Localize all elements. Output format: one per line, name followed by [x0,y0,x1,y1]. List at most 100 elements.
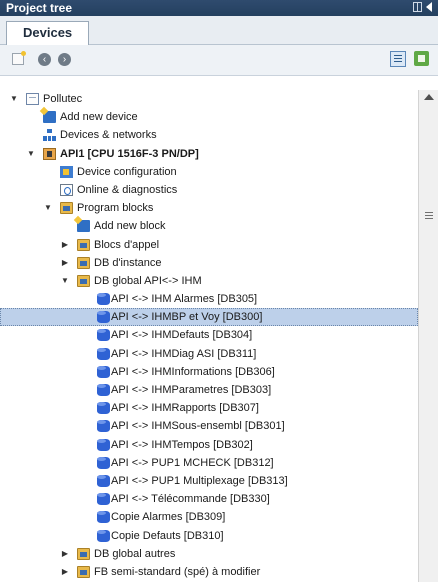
panel-title: Project tree [6,1,73,15]
tree-item[interactable]: ▶ DB global autres [0,545,418,563]
tree-item-label: API <-> PUP1 Multiplexage [DB313] [111,474,288,487]
project-icon [26,93,39,105]
project-tree: ▼ Pollutec Add new device Devices & network… [0,90,418,582]
db-icon [97,384,110,396]
folder-icon [77,238,90,251]
tree-item[interactable]: ▼ API1 [CPU 1516F-3 PN/DP] [0,145,418,163]
detail-view-icon[interactable] [390,51,406,67]
scroll-grip-icon[interactable] [425,212,433,213]
devconf-icon [60,165,73,178]
tree-item-label: Online & diagnostics [77,183,178,196]
tree-item-label: Copie Alarmes [DB309] [111,511,226,524]
tree-item[interactable]: ▶ FB semi-standard (spé) à modifier [0,563,418,581]
back-icon[interactable]: ‹ [38,53,51,66]
db-icon [97,420,110,433]
tree-item[interactable]: ▶ DB d'instance [0,254,418,272]
tree-item-db[interactable]: API <-> IHMParametres [DB303] [0,381,418,399]
expand-right-icon[interactable]: ▶ [60,254,70,272]
db-icon [97,511,110,524]
vertical-scrollbar[interactable] [418,90,438,582]
folder-icon [77,274,90,287]
panel-title-bar: Project tree [0,0,438,16]
tree-item[interactable]: ▼ Program blocks [0,199,418,217]
tree-toolbar: ‹ › [0,45,438,76]
tab-devices[interactable]: Devices [6,21,90,45]
tree-item[interactable]: Devices & networks [0,126,418,144]
expand-down-icon[interactable]: ▼ [60,272,70,290]
add-icon [77,220,90,233]
tree-item-db[interactable]: API <-> IHM Alarmes [DB305] [0,290,418,308]
expand-down-icon[interactable]: ▼ [9,90,19,108]
tree-item[interactable]: Add new block [0,217,418,235]
tree-item-db[interactable]: API <-> PUP1 MCHECK [DB312] [0,454,418,472]
forward-icon[interactable]: › [58,53,71,66]
tree-item[interactable]: ▼ Pollutec [0,90,418,108]
db-icon [97,293,110,306]
minimize-panel-icon[interactable] [413,2,422,12]
tree-item-label: Add new block [94,220,166,233]
db-icon [97,474,110,487]
folder-icon [77,547,90,560]
tree-item[interactable]: ▶ Blocs d'appel [0,236,418,254]
tree-item-db[interactable]: API <-> IHMSous-ensembl [DB301] [0,417,418,435]
scroll-up-icon[interactable] [424,94,434,100]
tree-item-label: DB d'instance [94,256,162,269]
tree-item-label: API <-> IHMInformations [DB306] [111,365,275,378]
tree-item-label: FB semi-standard (spé) à modifier [94,565,261,578]
tree-item-label: Pollutec [43,93,83,105]
expand-right-icon[interactable]: ▶ [60,545,70,563]
tree-item-label: DB global API<-> IHM [94,274,202,287]
expand-right-icon[interactable]: ▶ [60,236,70,254]
tree-item-db[interactable]: Copie Alarmes [DB309] [0,508,418,526]
tree-item-db[interactable]: API <-> IHMTempos [DB302] [0,436,418,454]
tree-item-label: API <-> IHMDiag ASI [DB311] [111,347,257,360]
tree-item-label: Copie Defauts [DB310] [111,529,224,542]
expand-down-icon[interactable]: ▼ [26,145,36,163]
tree-item-label: API1 [CPU 1516F-3 PN/DP] [60,147,199,160]
db-icon [97,311,110,324]
tree-item-db[interactable]: Copie Defauts [DB310] [0,527,418,545]
db-icon [97,493,110,506]
tree-item-db[interactable]: API <-> IHMDiag ASI [DB311] [0,345,418,363]
tree-item-label: Devices & networks [60,129,157,142]
tree-item-label: API <-> Télécommande [DB330] [111,493,270,506]
export-icon[interactable] [414,51,429,66]
new-icon[interactable] [12,51,26,65]
folder-icon [77,256,90,269]
tree-item[interactable]: ▼ DB global API<-> IHM [0,272,418,290]
tree-item[interactable]: Device configuration [0,163,418,181]
db-icon [97,456,110,469]
db-icon [97,329,110,342]
tree-item-label: API <-> IHMParametres [DB303] [111,384,272,396]
collapse-panel-icon[interactable] [426,2,432,12]
expand-down-icon[interactable]: ▼ [43,199,53,217]
cpu-icon [43,147,56,160]
tree-item-db[interactable]: API <-> IHMBP et Voy [DB300] [0,308,418,327]
db-icon [97,402,110,415]
tree-item-label: API <-> IHMTempos [DB302] [111,438,253,451]
tree-item-db[interactable]: API <-> IHMDefauts [DB304] [0,326,418,344]
expand-right-icon[interactable]: ▶ [60,563,70,581]
diag-icon [60,183,73,196]
tree-item-db[interactable]: API <-> IHMInformations [DB306] [0,363,418,381]
db-icon [97,365,110,378]
tree-item[interactable]: Online & diagnostics [0,181,418,199]
tree-item-label: API <-> IHMBP et Voy [DB300] [111,311,263,324]
tree-item-db[interactable]: API <-> Télécommande [DB330] [0,490,418,508]
tree-item-label: Blocs d'appel [94,238,160,251]
folder-icon [77,565,90,578]
tree-item-db[interactable]: API <-> PUP1 Multiplexage [DB313] [0,472,418,490]
tree-item-db[interactable]: API <-> IHMRapports [DB307] [0,399,418,417]
tree-item[interactable]: Add new device [0,108,418,126]
